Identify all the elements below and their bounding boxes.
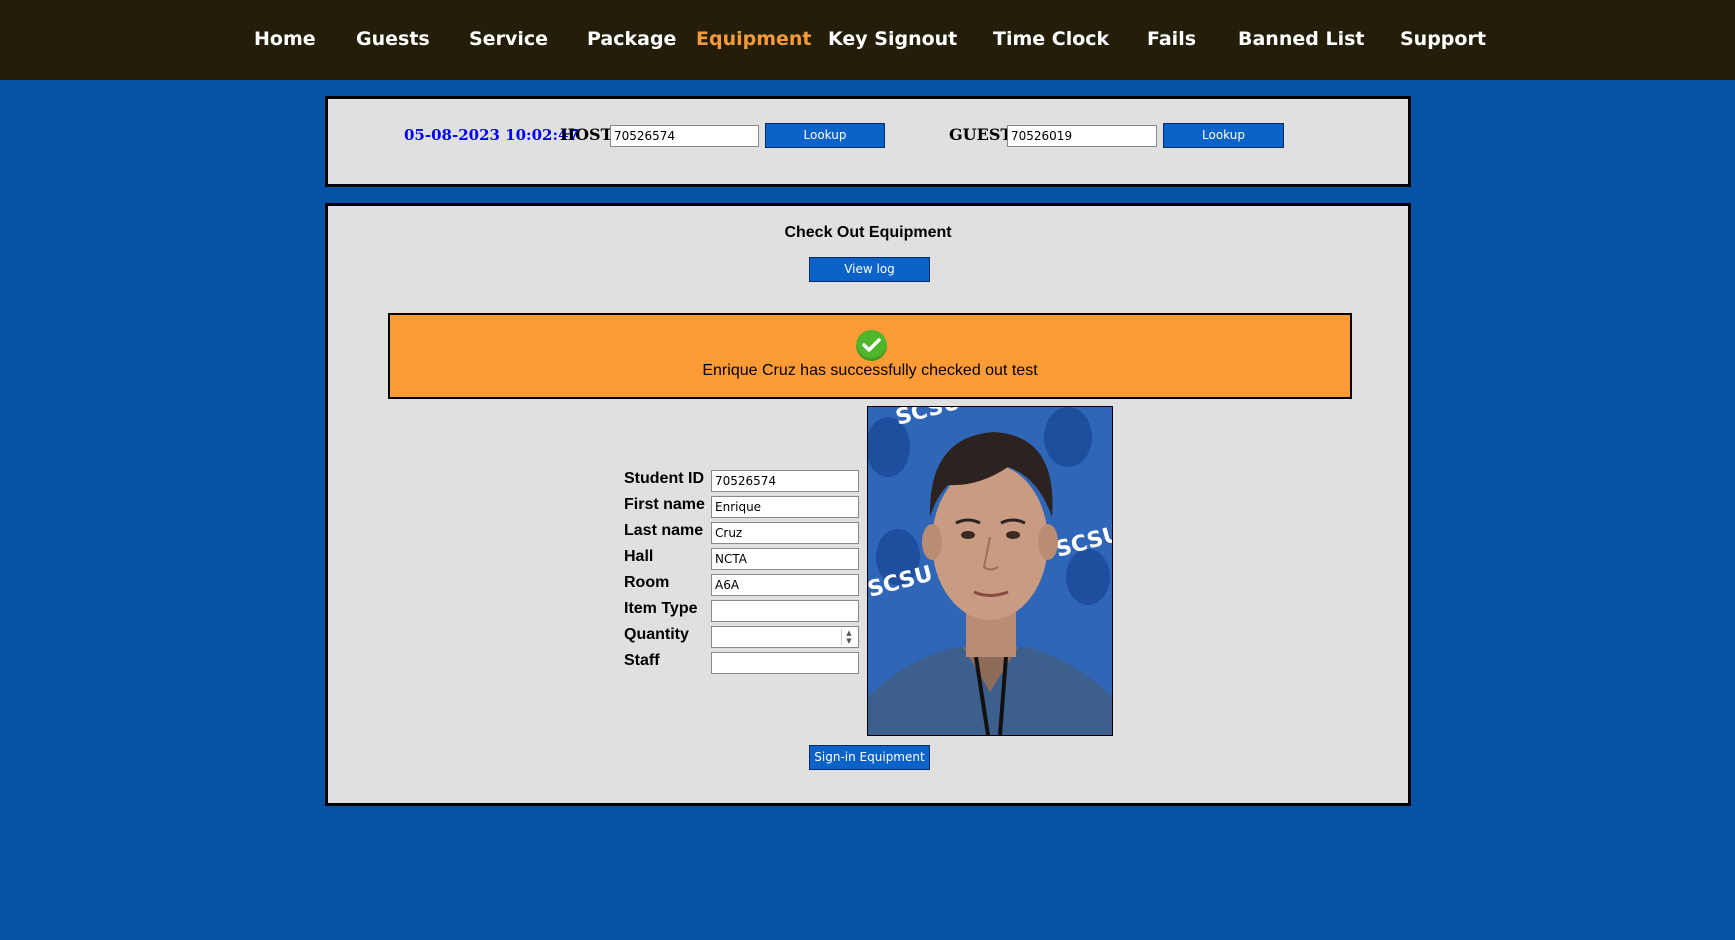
current-datetime: 05-08-2023 10:02:47 (404, 126, 579, 144)
nav-home[interactable]: Home (254, 28, 316, 52)
hall-field[interactable] (711, 548, 859, 570)
stepper-arrows-icon[interactable]: ▲ ▼ (841, 629, 856, 645)
last-name-label: Last name (624, 522, 704, 539)
quantity-stepper[interactable]: ▲ ▼ (711, 626, 859, 648)
host-label: HOST (560, 125, 613, 144)
room-field[interactable] (711, 574, 859, 596)
success-alert: Enrique Cruz has successfully checked ou… (388, 313, 1352, 399)
view-log-button[interactable]: View log (809, 257, 930, 282)
sign-in-equipment-button[interactable]: Sign-in Equipment (809, 745, 930, 770)
staff-label: Staff (624, 652, 660, 669)
guest-lookup-button[interactable]: Lookup (1163, 123, 1284, 148)
nav-banned-list[interactable]: Banned List (1238, 28, 1364, 52)
item-type-label: Item Type (624, 600, 698, 617)
hall-label: Hall (624, 548, 654, 565)
nav-service[interactable]: Service (469, 28, 548, 52)
lookup-panel: 05-08-2023 10:02:47 HOST Lookup GUEST Lo… (325, 96, 1411, 187)
last-name-field[interactable] (711, 522, 859, 544)
nav-fails[interactable]: Fails (1147, 28, 1196, 52)
staff-field[interactable] (711, 652, 859, 674)
nav-package[interactable]: Package (587, 28, 676, 52)
first-name-label: First name (624, 496, 705, 513)
item-type-field[interactable] (711, 600, 859, 622)
room-label: Room (624, 574, 670, 591)
alert-message: Enrique Cruz has successfully checked ou… (702, 362, 1038, 379)
page-title: Check Out Equipment (784, 224, 952, 241)
nav-support[interactable]: Support (1400, 28, 1486, 52)
nav-guests[interactable]: Guests (356, 28, 430, 52)
host-lookup-button[interactable]: Lookup (765, 123, 885, 148)
check-circle-icon (856, 330, 887, 361)
guest-id-input[interactable] (1007, 125, 1157, 147)
host-id-input[interactable] (610, 125, 759, 147)
guest-label: GUEST (949, 125, 1013, 144)
quantity-label: Quantity (624, 626, 689, 643)
nav-key-signout[interactable]: Key Signout (828, 28, 957, 52)
nav-time-clock[interactable]: Time Clock (993, 28, 1109, 52)
student-id-label: Student ID (624, 470, 704, 487)
student-id-field[interactable] (711, 470, 859, 492)
student-photo: SCSU SCSU SCSU (867, 406, 1113, 736)
first-name-field[interactable] (711, 496, 859, 518)
top-nav: Home Guests Service Package Equipment Ke… (0, 0, 1735, 80)
nav-equipment[interactable]: Equipment (696, 28, 812, 52)
equipment-panel: Check Out Equipment View log Enrique Cru… (325, 203, 1411, 806)
